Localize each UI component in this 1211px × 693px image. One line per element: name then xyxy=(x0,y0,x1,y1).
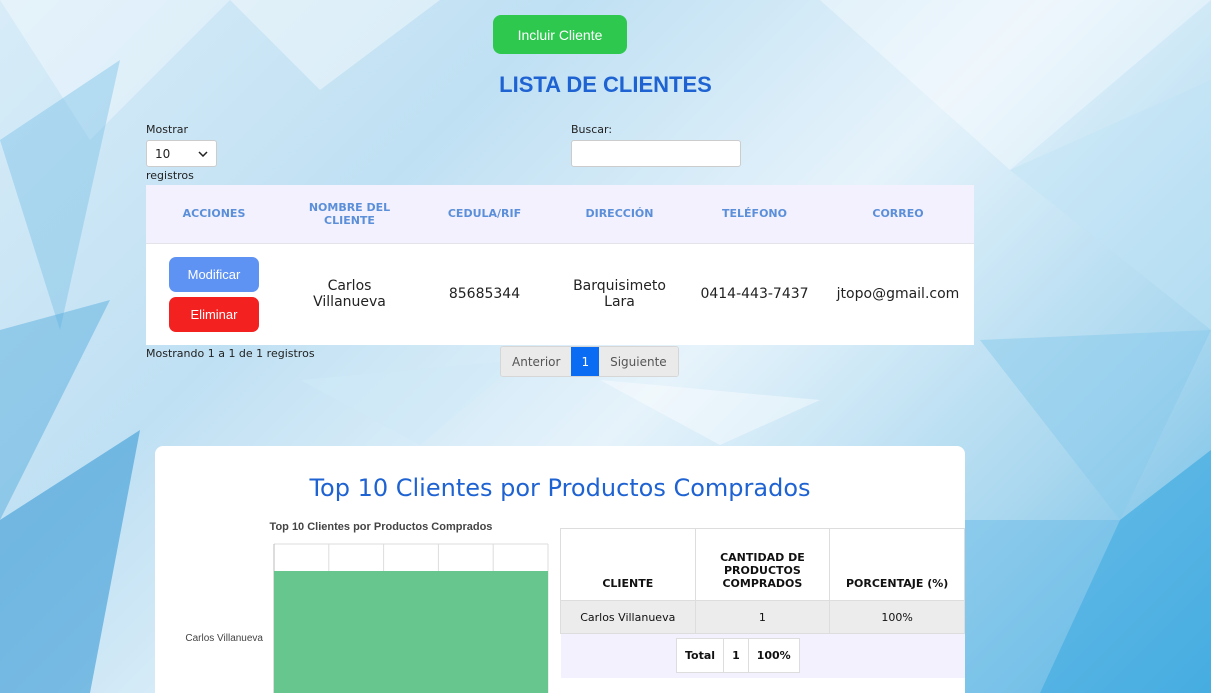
table-row: Modificar Eliminar Carlos Villanueva 856… xyxy=(146,243,974,345)
prev-page-button[interactable]: Anterior xyxy=(501,347,572,376)
col-telefono[interactable]: TELÉFONO xyxy=(687,185,822,244)
col-acciones[interactable]: ACCIONES xyxy=(146,185,282,244)
col-cantidad: CANTIDAD DE PRODUCTOS COMPRADOS xyxy=(694,528,831,601)
totals-box: Total 1 100% xyxy=(676,638,800,673)
eliminar-button[interactable]: Eliminar xyxy=(169,296,259,332)
total-porcentaje: 100% xyxy=(756,649,791,662)
col-porcentaje: PORCENTAJE (%) xyxy=(829,528,965,601)
stat-cantidad: 1 xyxy=(694,600,831,634)
page-title: LISTA DE CLIENTES xyxy=(499,72,712,97)
entries-select[interactable]: 10 xyxy=(146,140,217,167)
col-correo[interactable]: CORREO xyxy=(822,185,974,244)
col-cliente: CLIENTE xyxy=(560,528,696,601)
next-page-button[interactable]: Siguiente xyxy=(599,347,678,376)
search-label: Buscar: xyxy=(571,123,613,136)
client-correo: jtopo@gmail.com xyxy=(822,243,974,345)
chart-title: Top 10 Clientes por Productos Comprados xyxy=(270,521,493,533)
stat-porcentaje: 100% xyxy=(829,600,965,634)
col-direccion[interactable]: DIRECCIÓN xyxy=(552,185,687,244)
table-row: Carlos Villanueva 1 100% xyxy=(560,600,965,634)
top-clients-chart: Top 10 Clientes por Productos Comprados … xyxy=(185,521,549,693)
top-clients-title: Top 10 Clientes por Productos Comprados xyxy=(309,474,811,502)
clients-table: ACCIONES NOMBRE DEL CLIENTE CEDULA/RIF D… xyxy=(146,185,974,345)
total-label: Total xyxy=(677,639,725,672)
client-direccion: Barquisimeto Lara xyxy=(552,243,687,345)
records-label: registros xyxy=(146,169,194,182)
client-telefono: 0414-443-7437 xyxy=(687,243,822,345)
stat-cliente: Carlos Villanueva xyxy=(560,600,696,634)
col-cedula[interactable]: CEDULA/RIF xyxy=(417,185,552,244)
chart-category-labels: Carlos Villanueva xyxy=(185,633,263,644)
client-name: Carlos Villanueva xyxy=(282,243,417,345)
chart-category-label: Carlos Villanueva xyxy=(185,633,263,644)
col-nombre[interactable]: NOMBRE DEL CLIENTE xyxy=(282,185,417,244)
pagination-info: Mostrando 1 a 1 de 1 registros xyxy=(146,347,315,360)
chart-bar[interactable] xyxy=(274,571,548,693)
chevron-down-icon xyxy=(198,150,208,157)
client-cedula: 85685344 xyxy=(417,243,552,345)
total-cantidad: 1 xyxy=(724,639,749,672)
chart-bars xyxy=(274,571,548,693)
search-input[interactable] xyxy=(571,140,741,167)
show-entries-label: Mostrar xyxy=(146,123,189,136)
incluir-cliente-button[interactable]: Incluir Cliente xyxy=(493,15,627,54)
top-clients-card: Top 10 Clientes por Productos Comprados … xyxy=(155,446,965,693)
entries-select-value: 10 xyxy=(155,146,171,161)
page-1-button[interactable]: 1 xyxy=(571,347,600,376)
modificar-button[interactable]: Modificar xyxy=(169,256,259,292)
pagination: Anterior 1 Siguiente xyxy=(500,346,679,377)
